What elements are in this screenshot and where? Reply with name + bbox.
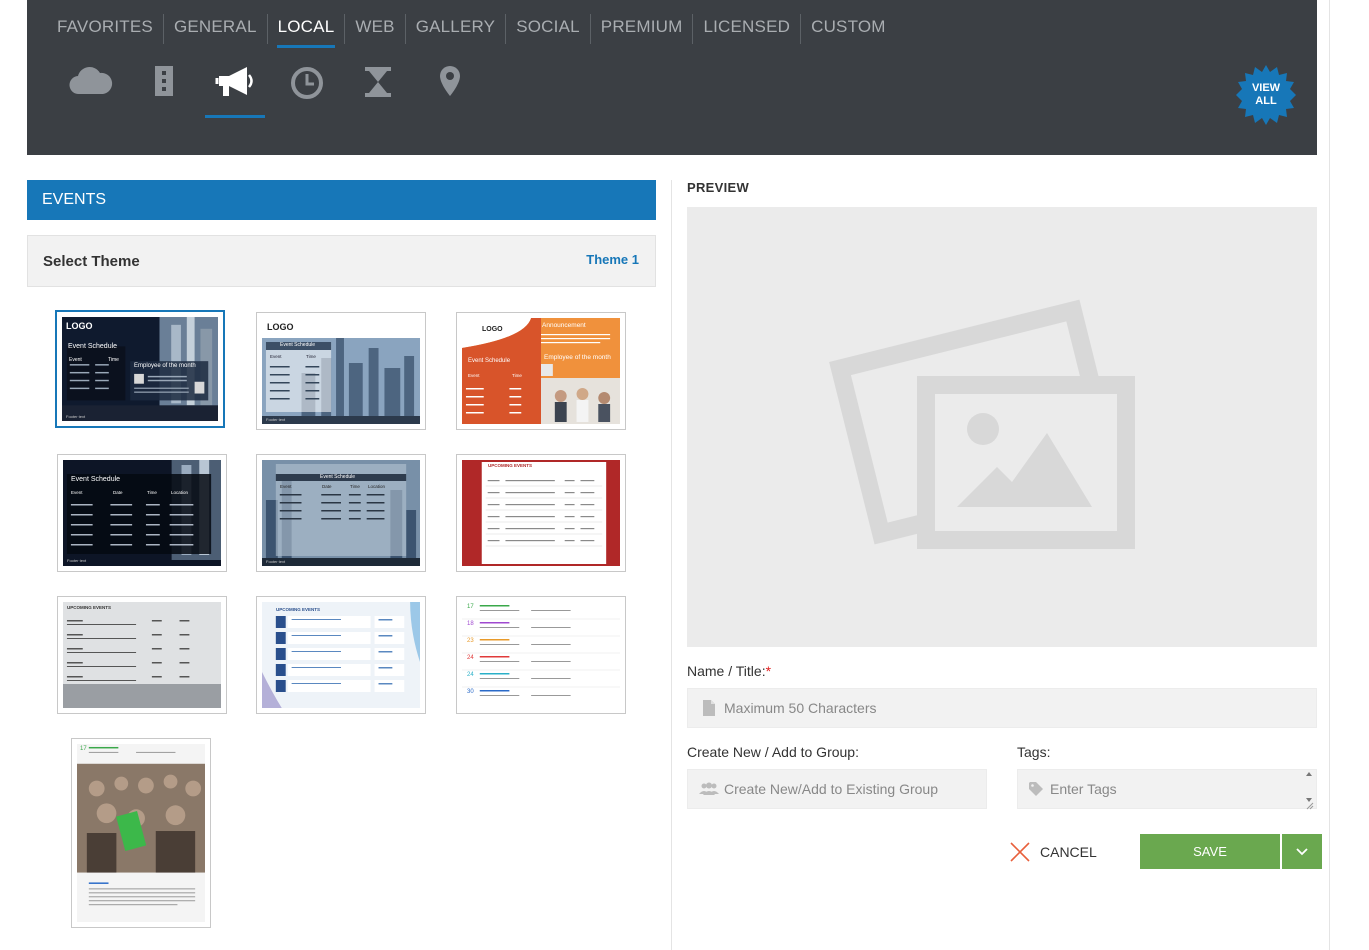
thumb-logo: LOGO: [267, 322, 294, 332]
thumb-schedule: Event Schedule: [71, 476, 121, 483]
tab-general[interactable]: GENERAL: [164, 14, 268, 44]
thumb-day: 17: [80, 746, 87, 752]
building-icon[interactable]: [134, 58, 194, 118]
clock-icon[interactable]: [277, 58, 337, 118]
thumb-col-location: Location: [171, 490, 189, 495]
thumb-schedule: Event Schedule: [468, 358, 511, 364]
preview-area: [687, 207, 1317, 647]
group-input[interactable]: Create New/Add to Existing Group: [687, 769, 987, 809]
theme-value-link[interactable]: Theme 1: [586, 252, 639, 267]
theme-thumbnail-5[interactable]: Event Schedule Event Date Time Location …: [256, 454, 426, 572]
map-pin-icon[interactable]: [420, 58, 480, 118]
thumb-col-event: Event: [69, 357, 82, 363]
required-marker: *: [765, 663, 772, 679]
view-all-label: VIEW ALL: [1251, 82, 1281, 107]
tab-social[interactable]: SOCIAL: [506, 14, 591, 44]
tag-icon: [1026, 782, 1046, 796]
save-button[interactable]: SAVE: [1140, 834, 1280, 869]
close-icon: [1010, 842, 1030, 862]
select-theme-bar: Select Theme Theme 1: [27, 235, 656, 287]
thumb-day: 23: [467, 638, 474, 644]
view-all-badge[interactable]: VIEW ALL: [1235, 64, 1297, 126]
thumb-title: UPCOMING EVENTS: [488, 463, 533, 468]
thumb-col-time: Time: [108, 357, 119, 363]
thumb-schedule: Event Schedule: [68, 343, 118, 350]
tab-gallery[interactable]: GALLERY: [406, 14, 507, 44]
theme-thumbnail-4[interactable]: Event Schedule Event Date Time Location …: [57, 454, 227, 572]
theme-thumbnail-2[interactable]: LOGO Event Schedule Event Time Footer te…: [256, 312, 426, 430]
thumb-col-date: Date: [113, 490, 123, 495]
thumb-day: 24: [467, 672, 474, 678]
name-placeholder: Maximum 50 Characters: [724, 700, 877, 716]
thumb-day: 18: [467, 621, 474, 627]
hourglass-icon[interactable]: [348, 58, 408, 118]
thumb-logo: LOGO: [66, 321, 93, 331]
thumb-col-event: Event: [468, 373, 480, 378]
thumb-col-location: Location: [368, 484, 386, 489]
category-tabs: FAVORITES GENERAL LOCAL WEB GALLERY SOCI…: [47, 14, 896, 48]
theme-thumbnail-7[interactable]: UPCOMING EVENTS: [57, 596, 227, 714]
users-icon: [694, 782, 724, 796]
thumb-footer: Footer text: [266, 559, 286, 564]
cancel-button[interactable]: CANCEL: [1010, 842, 1097, 862]
select-theme-label: Select Theme: [43, 253, 140, 270]
theme-thumbnail-8[interactable]: UPCOMING EVENTS: [256, 596, 426, 714]
group-placeholder: Create New/Add to Existing Group: [724, 781, 938, 797]
save-options-dropdown[interactable]: [1282, 834, 1322, 869]
thumb-footer: Footer text: [266, 417, 286, 422]
thumb-footer: Footer text: [67, 558, 87, 563]
thumb-schedule: Event Schedule: [320, 474, 356, 480]
thumb-col-time: Time: [306, 354, 316, 359]
section-title: EVENTS: [27, 180, 656, 220]
theme-thumbnail-1[interactable]: LOGO Event Schedule Event Time Employee …: [55, 310, 225, 428]
tags-field-label: Tags:: [1017, 744, 1051, 760]
name-field-label: Name / Title:*: [687, 663, 771, 679]
cancel-label: CANCEL: [1040, 844, 1097, 860]
thumb-employee: Employee of the month: [134, 363, 196, 369]
name-input[interactable]: Maximum 50 Characters: [687, 688, 1317, 728]
thumb-announcement: Announcement: [542, 322, 586, 329]
thumb-col-time: Time: [512, 373, 522, 378]
document-icon: [694, 700, 724, 716]
theme-thumbnail-10[interactable]: 17: [71, 738, 211, 928]
chevron-down-icon: [1296, 847, 1308, 855]
thumb-employee: Employee of the month: [544, 354, 611, 361]
cloud-icon[interactable]: [61, 58, 121, 118]
thumb-col-time: Time: [350, 484, 360, 489]
thumb-schedule: Event Schedule: [280, 342, 316, 348]
thumb-day: 30: [467, 689, 474, 695]
tab-web[interactable]: WEB: [345, 14, 406, 44]
thumb-col-event: Event: [71, 490, 83, 495]
tags-placeholder: Enter Tags: [1050, 781, 1117, 797]
category-header: FAVORITES GENERAL LOCAL WEB GALLERY SOCI…: [27, 0, 1317, 155]
tab-premium[interactable]: PREMIUM: [591, 14, 694, 44]
theme-thumbnail-3[interactable]: LOGO Announcement Event Schedule Employe…: [456, 312, 626, 430]
thumb-footer: Footer text: [66, 414, 86, 419]
tab-custom[interactable]: CUSTOM: [801, 14, 896, 44]
tab-licensed[interactable]: LICENSED: [693, 14, 802, 44]
theme-thumbnail-9[interactable]: 17 18 23 24 24 30: [456, 596, 626, 714]
theme-thumbnail-6[interactable]: UPCOMING EVENTS: [456, 454, 626, 572]
thumb-title: UPCOMING EVENTS: [276, 607, 321, 612]
thumb-col-time: Time: [147, 490, 157, 495]
thumb-day: 24: [467, 655, 474, 661]
preview-title: PREVIEW: [687, 180, 750, 195]
column-divider: [671, 180, 672, 950]
name-label-text: Name / Title:: [687, 663, 766, 679]
megaphone-icon[interactable]: [205, 58, 265, 118]
textarea-resize-icon[interactable]: [1304, 770, 1314, 810]
page-edge-divider: [1329, 0, 1330, 950]
image-placeholder-icon: [829, 299, 1135, 549]
thumb-col-event: Event: [280, 484, 292, 489]
thumb-col-date: Date: [322, 484, 332, 489]
tab-favorites[interactable]: FAVORITES: [47, 14, 164, 44]
tags-input[interactable]: Enter Tags: [1017, 769, 1317, 810]
thumb-col-event: Event: [270, 354, 282, 359]
group-field-label: Create New / Add to Group:: [687, 744, 859, 760]
thumb-title: UPCOMING EVENTS: [67, 605, 112, 610]
thumb-logo: LOGO: [482, 326, 503, 333]
thumb-day: 17: [467, 604, 474, 610]
tab-local[interactable]: LOCAL: [268, 14, 346, 48]
